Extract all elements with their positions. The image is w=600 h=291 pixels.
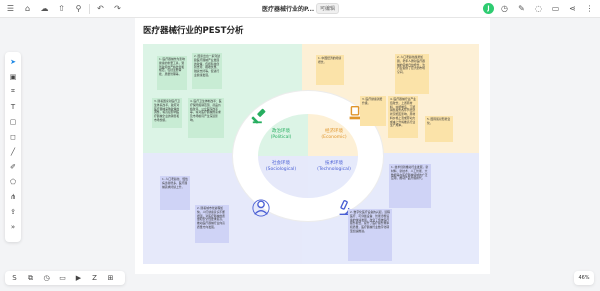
political-label-en: (Political)	[270, 135, 292, 141]
economic-label-en: (Economic)	[321, 135, 347, 141]
avatar[interactable]: J	[483, 3, 494, 14]
comment-icon[interactable]: ▭	[57, 274, 68, 282]
sticky-note-icon[interactable]: ▢	[7, 116, 19, 127]
sticky-note[interactable]: 1. 医疗器械作为影响健康的重要工具，受到政府的严格监管和规范，包括注册审批、质…	[157, 56, 187, 90]
mindmap-icon[interactable]: ⋔	[7, 191, 19, 202]
chat-icon[interactable]: ▭	[549, 2, 562, 15]
sticky-note[interactable]: 5. 国际贸易形势变化。	[425, 116, 453, 142]
sticky-note[interactable]: 1. 中国经济的持续增长。	[316, 55, 344, 85]
clock-icon[interactable]: ◷	[498, 2, 511, 15]
topbar-left-tools: ☰ ⌂ ☁ ⇧ ⚲ ↶ ↷	[4, 2, 124, 15]
page-title[interactable]: 医疗器械行业的PEST分析	[143, 24, 243, 36]
brush-icon[interactable]: ✎	[515, 2, 528, 15]
share-icon[interactable]: ⇧	[55, 2, 68, 15]
edit-status-badge: 可编辑	[316, 3, 340, 14]
technological-label-en: (Technological)	[317, 167, 351, 173]
political-label[interactable]: 政治环境 (Political)	[261, 129, 301, 141]
text-icon[interactable]: T	[7, 101, 19, 112]
technological-label[interactable]: 技术环境 (Technological)	[314, 161, 354, 173]
line-icon[interactable]: ╱	[7, 146, 19, 157]
pen-icon[interactable]: ✐	[7, 161, 19, 172]
circle-icon[interactable]: ⬠	[7, 176, 19, 187]
sticky-note[interactable]: 2. 人口老龄化趋势加剧，老年人群对医疗器械的需求日益增长，为行业提供了巨大的市…	[395, 54, 429, 94]
top-bar: ☰ ⌂ ☁ ⇧ ⚲ ↶ ↷ 医疗器械行业的P... 可编辑 J ◷ ✎ ◌ ▭ …	[0, 0, 600, 18]
bottom-toolbar: S ⧉ ◷ ▭ ▶ Z ⊞	[5, 271, 125, 285]
present-icon[interactable]: ▶	[73, 274, 84, 282]
sticky-note[interactable]: 3. 随着国家对医疗卫生体系改革，政府对医疗器械采购政策的调整，将直接影响医疗器…	[152, 98, 182, 128]
person-icon	[252, 199, 270, 217]
comment-icon[interactable]: ◌	[532, 2, 545, 15]
shape-icon[interactable]: S	[9, 274, 20, 282]
cloud-icon[interactable]: ☁	[38, 2, 51, 15]
social-label-en: (Sociological)	[265, 167, 297, 173]
sticky-note[interactable]: 4. 医疗卫生体制改革：医疗保险报销范围、药品价格改革、公立医院改革等，将对医疗…	[188, 98, 224, 138]
select-icon[interactable]: ➤	[7, 56, 19, 67]
more-icon[interactable]: »	[7, 221, 19, 232]
frame-icon[interactable]: ▣	[7, 71, 19, 82]
gavel-icon	[251, 108, 266, 124]
search-icon[interactable]: ⚲	[72, 2, 85, 15]
menu-icon[interactable]: ☰	[4, 2, 17, 15]
shape-icon[interactable]: ◻	[7, 131, 19, 142]
redo-icon[interactable]: ↷	[111, 2, 124, 15]
sticky-note[interactable]: 1. 人口老龄化、慢性病患者增多，医疗器械需求持续上升。	[160, 176, 190, 210]
topbar-right-tools: J ◷ ✎ ◌ ▭ ⋖ ⋮	[483, 2, 596, 15]
layers-icon[interactable]: ⧉	[25, 274, 36, 283]
social-label[interactable]: 社会环境 (Sociological)	[261, 161, 301, 173]
upload-icon[interactable]: ⇪	[7, 206, 19, 217]
history-icon[interactable]: ◷	[41, 274, 52, 282]
whiteboard-canvas[interactable]: 医疗器械行业的PEST分析 政治环境 (Political) 经济环境 (Eco…	[135, 18, 490, 274]
grid-icon[interactable]: ⊞	[105, 274, 116, 282]
left-toolbar: ➤ ▣ ⌗ T ▢ ◻ ╱ ✐ ⬠ ⋔ ⇪ »	[5, 52, 21, 242]
undo-icon[interactable]: ↶	[94, 2, 107, 15]
save-icon[interactable]: ⌂	[21, 2, 34, 15]
economic-label[interactable]: 经济环境 (Economic)	[314, 129, 354, 141]
sticky-note[interactable]: 2. 数字化医疗设备的兴起，远程医疗、可穿戴设备、智能诊断设备的快速发展，改变了…	[348, 209, 392, 261]
toolbar-divider	[89, 4, 90, 14]
zoom-level[interactable]: 46%	[574, 271, 594, 285]
document-title[interactable]: 医疗器械行业的P...	[262, 4, 314, 13]
sticky-note[interactable]: 1. 技术创新推动行业发展，新材料、新技术、人工智能、大数据等在医疗器械领域的广…	[389, 164, 431, 208]
more-icon[interactable]: ⋮	[583, 2, 596, 15]
sticky-note[interactable]: 4. 医疗器械行业产业链较长，上游原材料、中游制造、下游销售服务各环节经济状况相…	[388, 96, 418, 138]
grid-icon[interactable]: ⌗	[7, 86, 19, 97]
share-icon[interactable]: ⋖	[566, 2, 579, 15]
sticky-note[interactable]: 3. 医疗健康消费升级。	[360, 96, 386, 126]
sticky-note[interactable]: 2. 随着城市化进程加快，人们健康意识不断增强，对医疗器械的质量和安全性要求提高…	[195, 205, 229, 243]
zoom-fit-icon[interactable]: Z	[89, 274, 100, 282]
sticky-note[interactable]: 2. 国家出台一系列鼓励医疗器械产业发展的政策，包括科技创新支持、税收优惠、融资…	[192, 53, 222, 89]
